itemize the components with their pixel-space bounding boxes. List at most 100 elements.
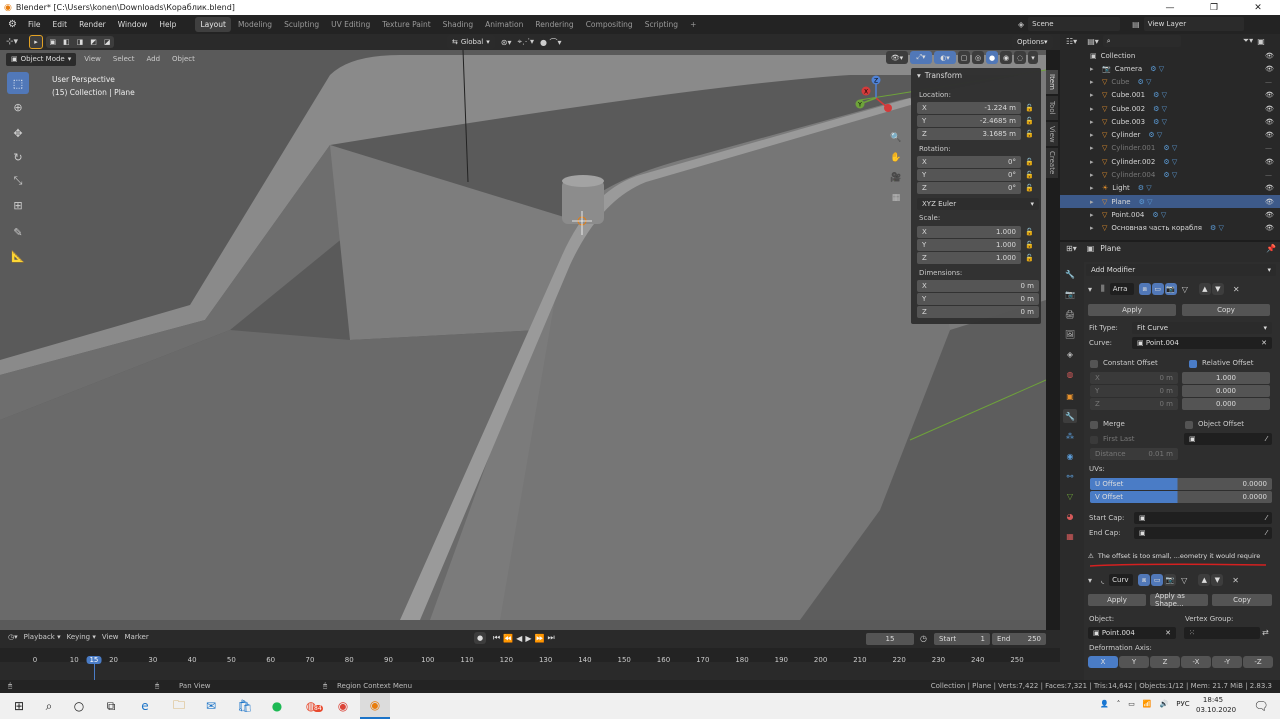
clear-icon[interactable]: ✕	[1165, 629, 1171, 637]
expand-arrow-icon[interactable]: ▸	[1090, 65, 1094, 73]
fit-type-dropdown[interactable]: Fit Curve ▾	[1132, 322, 1272, 334]
close-icon[interactable]: ✕	[1236, 0, 1280, 15]
keyframe-area[interactable]	[0, 662, 1060, 680]
outliner-item[interactable]: ▸ ▽ Cube.003 ⚙ ▽ 👁	[1060, 115, 1280, 128]
location-y-field[interactable]: Y -2.4685 m	[917, 115, 1021, 127]
lock-icon[interactable]: 🔓	[1025, 254, 1034, 262]
render-props-tab-icon[interactable]: 📷	[1063, 287, 1077, 301]
rotation-mode-dropdown[interactable]: XYZ Euler ▾	[917, 198, 1039, 210]
lock-icon[interactable]: 🔓	[1025, 117, 1034, 125]
editmode-toggle-icon[interactable]: ⧈	[1138, 574, 1151, 586]
lock-icon[interactable]: 🔓	[1025, 241, 1034, 249]
select-new-icon[interactable]: ▣	[49, 38, 56, 46]
move-down-icon[interactable]: ▼	[1211, 283, 1224, 295]
object-offset-checkbox[interactable]	[1185, 421, 1193, 429]
lock-icon[interactable]: 🔓	[1025, 171, 1034, 179]
blender-menu-icon[interactable]: ⚙	[4, 19, 21, 30]
modifier-icon[interactable]: ⚙ ▽	[1153, 118, 1167, 126]
modifier-icon[interactable]: ⚙ ▽	[1152, 211, 1166, 219]
scale-x-field[interactable]: X 1.000	[917, 226, 1021, 238]
tab-scripting[interactable]: Scripting	[640, 17, 683, 32]
select-extend-icon[interactable]: ◧	[63, 38, 70, 46]
modifier-icon[interactable]: ⚙ ▽	[1210, 224, 1224, 232]
object-tab-icon[interactable]: ▣	[1063, 389, 1077, 403]
xray-icon[interactable]: ▢	[958, 51, 970, 64]
select-box-tool-icon[interactable]: ▸	[29, 35, 43, 49]
eye-icon[interactable]: 👁	[1265, 91, 1274, 99]
camera-view-icon[interactable]: 🎥	[888, 170, 904, 185]
transform-orientation-dropdown[interactable]: ⇆ Global ▾	[447, 35, 495, 49]
outliner-editor-icon[interactable]: ☷▾	[1066, 37, 1077, 46]
eye-icon[interactable]: 👁	[1265, 184, 1274, 192]
current-frame-indicator[interactable]: 15	[86, 656, 102, 664]
modifier-icon[interactable]: ⚙ ▽	[1163, 171, 1177, 179]
relative-offset-y-field[interactable]: 0.000	[1182, 385, 1270, 397]
file-explorer-icon[interactable]: 🗀	[164, 693, 194, 719]
merge-distance-field[interactable]: Distance 0.01 m	[1090, 448, 1178, 460]
vertex-group-field[interactable]: ⁙	[1184, 627, 1260, 639]
mail-icon[interactable]: ✉	[196, 693, 226, 719]
select-tool-icon[interactable]: ⬚	[7, 72, 29, 94]
start-frame-field[interactable]: Start 1	[934, 633, 990, 645]
remove-modifier-icon[interactable]: ✕	[1232, 576, 1239, 585]
move-up-icon[interactable]: ▲	[1198, 574, 1211, 586]
outliner-item[interactable]: ▸ ▽ Cube ⚙ ▽ —	[1060, 75, 1280, 88]
output-props-tab-icon[interactable]: 🖨	[1063, 307, 1077, 321]
timeline-menu-playback[interactable]: Playback ▾	[24, 633, 61, 641]
eye-icon[interactable]: 👁	[1265, 118, 1274, 126]
preview-range-icon[interactable]: ◷	[920, 634, 927, 643]
move-tool-icon[interactable]: ✥	[7, 122, 29, 144]
gizmo-neg-x-icon[interactable]	[884, 104, 892, 112]
eye-icon[interactable]: 👁	[1265, 131, 1274, 139]
menu-render[interactable]: Render	[74, 15, 111, 34]
render-toggle-icon[interactable]: 📷	[1164, 283, 1177, 295]
rotation-z-field[interactable]: Z 0°	[917, 182, 1021, 194]
snap-icon[interactable]: ⌖⋰▾	[517, 37, 534, 47]
menu-window[interactable]: Window	[113, 15, 153, 34]
tab-layout[interactable]: Layout	[195, 17, 231, 32]
hidden-eye-icon[interactable]: —	[1265, 144, 1272, 152]
mode-dropdown[interactable]: ▣ Object Mode ▾	[6, 52, 77, 66]
first-last-checkbox[interactable]	[1090, 436, 1098, 444]
edge-icon[interactable]: e	[130, 693, 160, 719]
relative-offset-z-field[interactable]: 0.000	[1182, 398, 1270, 410]
curve-copy-button[interactable]: Copy	[1212, 594, 1272, 606]
scale-tool-icon[interactable]: ⤡	[7, 170, 29, 192]
expand-arrow-icon[interactable]: ▸	[1090, 158, 1094, 166]
solid-shading-icon[interactable]: ●	[986, 51, 998, 64]
outliner-item[interactable]: ▸ ☀ Light ⚙ ▽ 👁	[1060, 182, 1280, 195]
material-tab-icon[interactable]: ◕	[1063, 509, 1077, 523]
tab-modeling[interactable]: Modeling	[233, 17, 277, 32]
viewport-menu-object[interactable]: Object	[168, 52, 199, 66]
editor-type-icon[interactable]: ⊹▾	[6, 37, 26, 47]
annotate-tool-icon[interactable]: ✎	[7, 221, 29, 243]
realtime-toggle-icon[interactable]: ▭	[1151, 574, 1164, 586]
gizmo-toggle-icon[interactable]: ⤢▾	[910, 51, 932, 64]
realtime-toggle-icon[interactable]: ▭	[1151, 283, 1164, 295]
start-icon[interactable]: ⊞	[4, 693, 34, 719]
tab-texture-paint[interactable]: Texture Paint	[377, 17, 435, 32]
tab-view[interactable]: View	[1046, 122, 1058, 146]
expand-arrow-icon[interactable]: ▸	[1090, 224, 1094, 232]
tab-compositing[interactable]: Compositing	[581, 17, 638, 32]
curve-modifier-name-field[interactable]: Curv	[1109, 574, 1134, 586]
eye-icon[interactable]: 👁	[1265, 105, 1274, 113]
outliner-item[interactable]: ▸ ▽ Основная часть корабля ⚙ ▽ 👁	[1060, 222, 1280, 235]
volume-icon[interactable]: 🔊	[1160, 700, 1169, 708]
select-subtract-icon[interactable]: ◨	[77, 38, 84, 46]
deform-axis-button[interactable]: Z	[1150, 656, 1180, 668]
eye-icon[interactable]: 👁	[1265, 65, 1274, 73]
jump-end-icon[interactable]: ⏭	[547, 633, 554, 643]
lock-icon[interactable]: 🔓	[1025, 104, 1034, 112]
scale-y-field[interactable]: Y 1.000	[917, 239, 1021, 251]
expand-arrow-icon[interactable]: ▸	[1090, 91, 1094, 99]
filter-icon[interactable]: ⏷▾	[1243, 36, 1253, 46]
constraints-tab-icon[interactable]: ⚯	[1063, 469, 1077, 483]
modifier-icon[interactable]: ⚙ ▽	[1153, 105, 1167, 113]
prev-keyframe-icon[interactable]: ⏪	[503, 634, 513, 643]
timeline-menu-keying[interactable]: Keying ▾	[67, 633, 96, 641]
expand-arrow-icon[interactable]: ▸	[1090, 118, 1094, 126]
tab-item[interactable]: Item	[1046, 70, 1058, 94]
transform-panel-header[interactable]: ▾ Transform	[917, 71, 962, 80]
modifier-icon[interactable]: ⚙ ▽	[1163, 144, 1177, 152]
